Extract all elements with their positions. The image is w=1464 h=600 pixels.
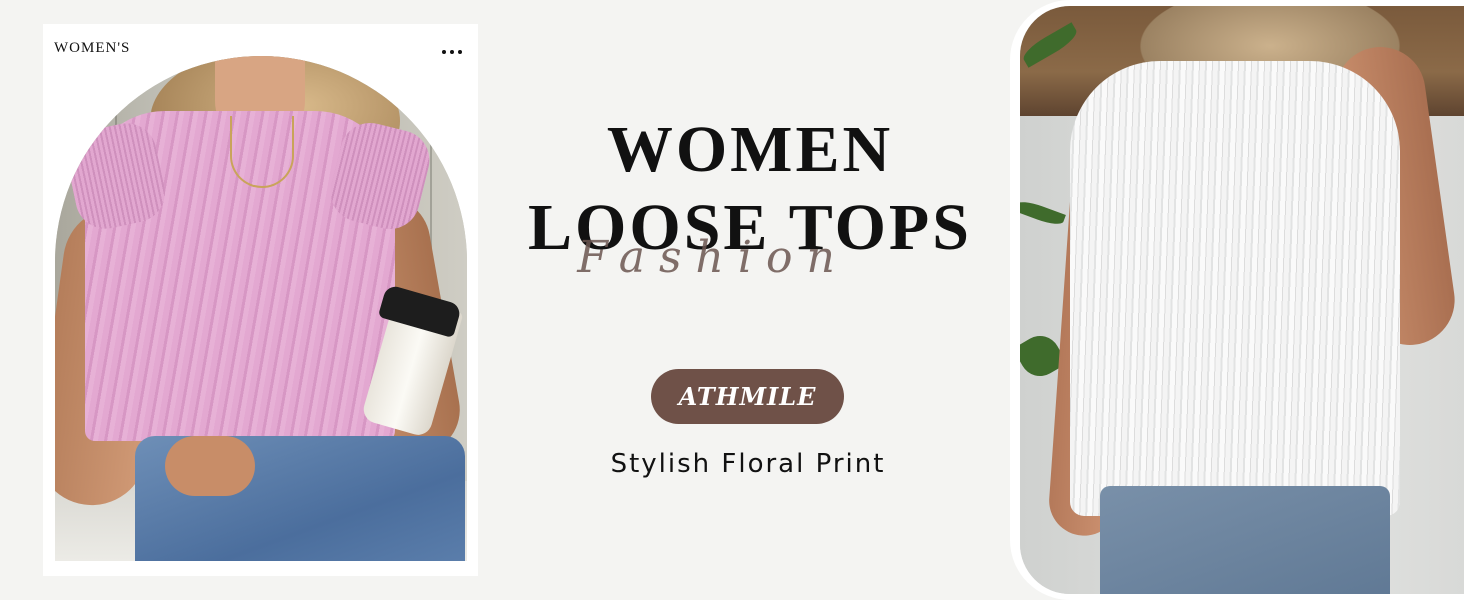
more-dots-icon[interactable] <box>442 50 462 54</box>
card-label: WOMEN'S <box>54 40 131 56</box>
script-fashion-text: Fashion <box>577 232 849 283</box>
headline-line-1: WOMEN <box>606 113 894 186</box>
tagline: Stylish Floral Print <box>610 449 886 479</box>
left-product-photo <box>55 56 467 561</box>
right-product-photo <box>1020 6 1464 594</box>
brand-badge-label: ATHMILE <box>678 382 817 411</box>
brand-badge[interactable]: ATHMILE <box>651 369 844 424</box>
left-product-card: WOMEN'S <box>43 24 478 576</box>
